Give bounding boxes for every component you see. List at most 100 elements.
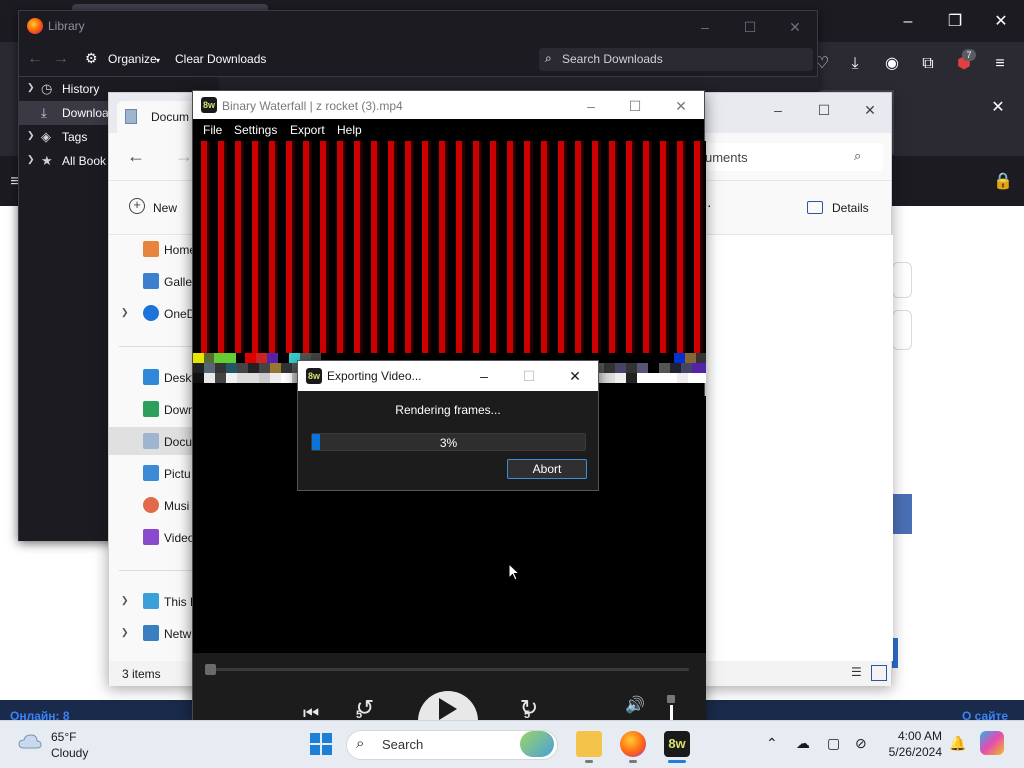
expand-arrow-icon[interactable]: ❯: [121, 307, 129, 318]
page-card: [892, 310, 912, 350]
computer-icon: [143, 593, 159, 609]
cloud-icon[interactable]: [18, 733, 42, 749]
details-pane-icon: [807, 201, 823, 214]
explorer-minimize-button[interactable]: –: [767, 99, 789, 121]
sidebar-item-label: Deskt: [164, 371, 195, 385]
copilot-icon[interactable]: [980, 731, 1004, 755]
waterfall-maximize-button[interactable]: ☐: [624, 95, 646, 117]
explorer-close-button[interactable]: ✕: [859, 99, 881, 121]
tag-icon: ◈: [41, 129, 51, 144]
notification-close-icon[interactable]: ✕: [986, 96, 1010, 120]
file-explorer-taskbar-icon[interactable]: [576, 731, 602, 757]
pictures-icon: [143, 465, 159, 481]
waterfall-title: Binary Waterfall | z rocket (3).mp4: [222, 99, 403, 113]
forward-arrow-icon[interactable]: →: [175, 146, 193, 167]
firefox-taskbar-icon[interactable]: [620, 731, 646, 757]
sidebar-item-label: Video: [164, 531, 195, 545]
download-icon: ⤓: [41, 105, 47, 120]
document-icon: [125, 109, 137, 124]
menu-settings[interactable]: Settings: [234, 123, 277, 137]
weather-condition[interactable]: Cloudy: [51, 746, 88, 760]
forward-arrow-icon[interactable]: →: [53, 50, 69, 68]
expand-arrow-icon[interactable]: ❯: [27, 154, 35, 165]
waterfall-minimize-button[interactable]: –: [580, 95, 602, 117]
volume-icon[interactable]: 🔊: [625, 695, 645, 715]
skip-back-icon[interactable]: ↺: [345, 695, 385, 721]
search-icon: ⌕: [545, 51, 552, 65]
dialog-minimize-button[interactable]: –: [473, 365, 495, 387]
network-icon[interactable]: ⊘: [855, 735, 867, 752]
volume-slider[interactable]: [670, 705, 673, 721]
waterfall-close-button[interactable]: ✕: [670, 95, 692, 117]
clear-downloads-button[interactable]: Clear Downloads: [175, 52, 266, 66]
extension-badge: 7: [962, 49, 976, 61]
abort-button[interactable]: Abort: [507, 459, 587, 479]
menu-icon[interactable]: ≡: [988, 52, 1012, 76]
lock-icon[interactable]: 🔒: [991, 170, 1015, 194]
expand-arrow-icon[interactable]: ❯: [121, 627, 129, 638]
display-icon[interactable]: ▢: [827, 735, 840, 752]
sidebar-item-label: Downloa: [62, 106, 109, 120]
explorer-tab-title: Docum: [151, 110, 190, 124]
downloads-icon[interactable]: ⤓: [843, 52, 867, 76]
page-card: [892, 262, 912, 298]
sidebar-item-label: All Book: [62, 154, 107, 168]
new-button[interactable]: New: [153, 201, 177, 215]
running-indicator: [585, 760, 593, 763]
firefox-minimize-button[interactable]: –: [898, 12, 918, 32]
weather-temperature[interactable]: 65°F: [51, 730, 76, 744]
list-view-icon[interactable]: ☰: [851, 666, 865, 678]
library-minimize-button[interactable]: –: [695, 17, 715, 37]
music-icon: [143, 497, 159, 513]
address-text: uments: [705, 150, 748, 165]
menu-help[interactable]: Help: [337, 123, 362, 137]
search-highlight-icon[interactable]: [520, 731, 554, 757]
expand-arrow-icon[interactable]: ❯: [27, 130, 35, 141]
export-dialog: 8w Exporting Video... – ☐ ✕ Rendering fr…: [297, 360, 599, 491]
library-title: Library: [48, 19, 85, 33]
back-arrow-icon[interactable]: ←: [127, 146, 145, 167]
clock-date[interactable]: 5/26/2024: [876, 745, 942, 759]
extensions-icon[interactable]: ⧉: [916, 52, 940, 76]
binary-waterfall-taskbar-icon[interactable]: 8w: [664, 731, 690, 757]
library-maximize-button[interactable]: ☐: [740, 17, 760, 37]
gear-icon[interactable]: ⚙: [85, 50, 98, 67]
library-close-button[interactable]: ✕: [785, 17, 805, 37]
windows-start-icon[interactable]: [309, 732, 333, 756]
firefox-restore-button[interactable]: ❐: [945, 12, 965, 32]
back-arrow-icon[interactable]: ←: [27, 50, 43, 68]
account-icon[interactable]: ◉: [880, 52, 904, 76]
network-icon: [143, 625, 159, 641]
more-options-icon[interactable]: ·: [707, 197, 712, 213]
chevron-up-icon[interactable]: ⌃: [766, 735, 778, 752]
search-icon: ⌕: [356, 735, 365, 752]
volume-handle[interactable]: [667, 695, 675, 703]
clock-time[interactable]: 4:00 AM: [888, 729, 942, 743]
organize-button[interactable]: Organize: [108, 52, 157, 66]
taskbar-search-placeholder: Search: [382, 737, 424, 752]
menu-export[interactable]: Export: [290, 123, 325, 137]
expand-arrow-icon[interactable]: ❯: [27, 82, 35, 93]
search-icon[interactable]: ⌕: [854, 148, 861, 164]
explorer-maximize-button[interactable]: ☐: [813, 99, 835, 121]
desktop-icon: [143, 369, 159, 385]
tiles-view-icon[interactable]: [871, 665, 887, 681]
sidebar-item-label: Pictu: [164, 467, 191, 481]
sidebar-item-label: Netw: [164, 627, 192, 641]
details-button[interactable]: Details: [832, 201, 869, 215]
mouse-cursor-icon: [508, 563, 520, 581]
seek-handle[interactable]: [205, 664, 216, 675]
dialog-close-button[interactable]: ✕: [564, 365, 586, 387]
expand-arrow-icon[interactable]: ❯: [121, 595, 129, 606]
onedrive-offline-icon[interactable]: ☁: [796, 735, 810, 752]
firefox-close-button[interactable]: ✕: [991, 12, 1011, 32]
sidebar-item-label: Down: [164, 403, 195, 417]
notification-bell-icon[interactable]: 🔔: [949, 735, 966, 752]
seek-bar[interactable]: [209, 668, 689, 671]
gallery-icon: [143, 273, 159, 289]
waterfall-visualization: [193, 141, 706, 353]
export-progress-bar: 3%: [311, 433, 586, 451]
dialog-maximize-button[interactable]: ☐: [518, 365, 540, 387]
library-search-placeholder: Search Downloads: [562, 52, 663, 66]
menu-file[interactable]: File: [203, 123, 222, 137]
